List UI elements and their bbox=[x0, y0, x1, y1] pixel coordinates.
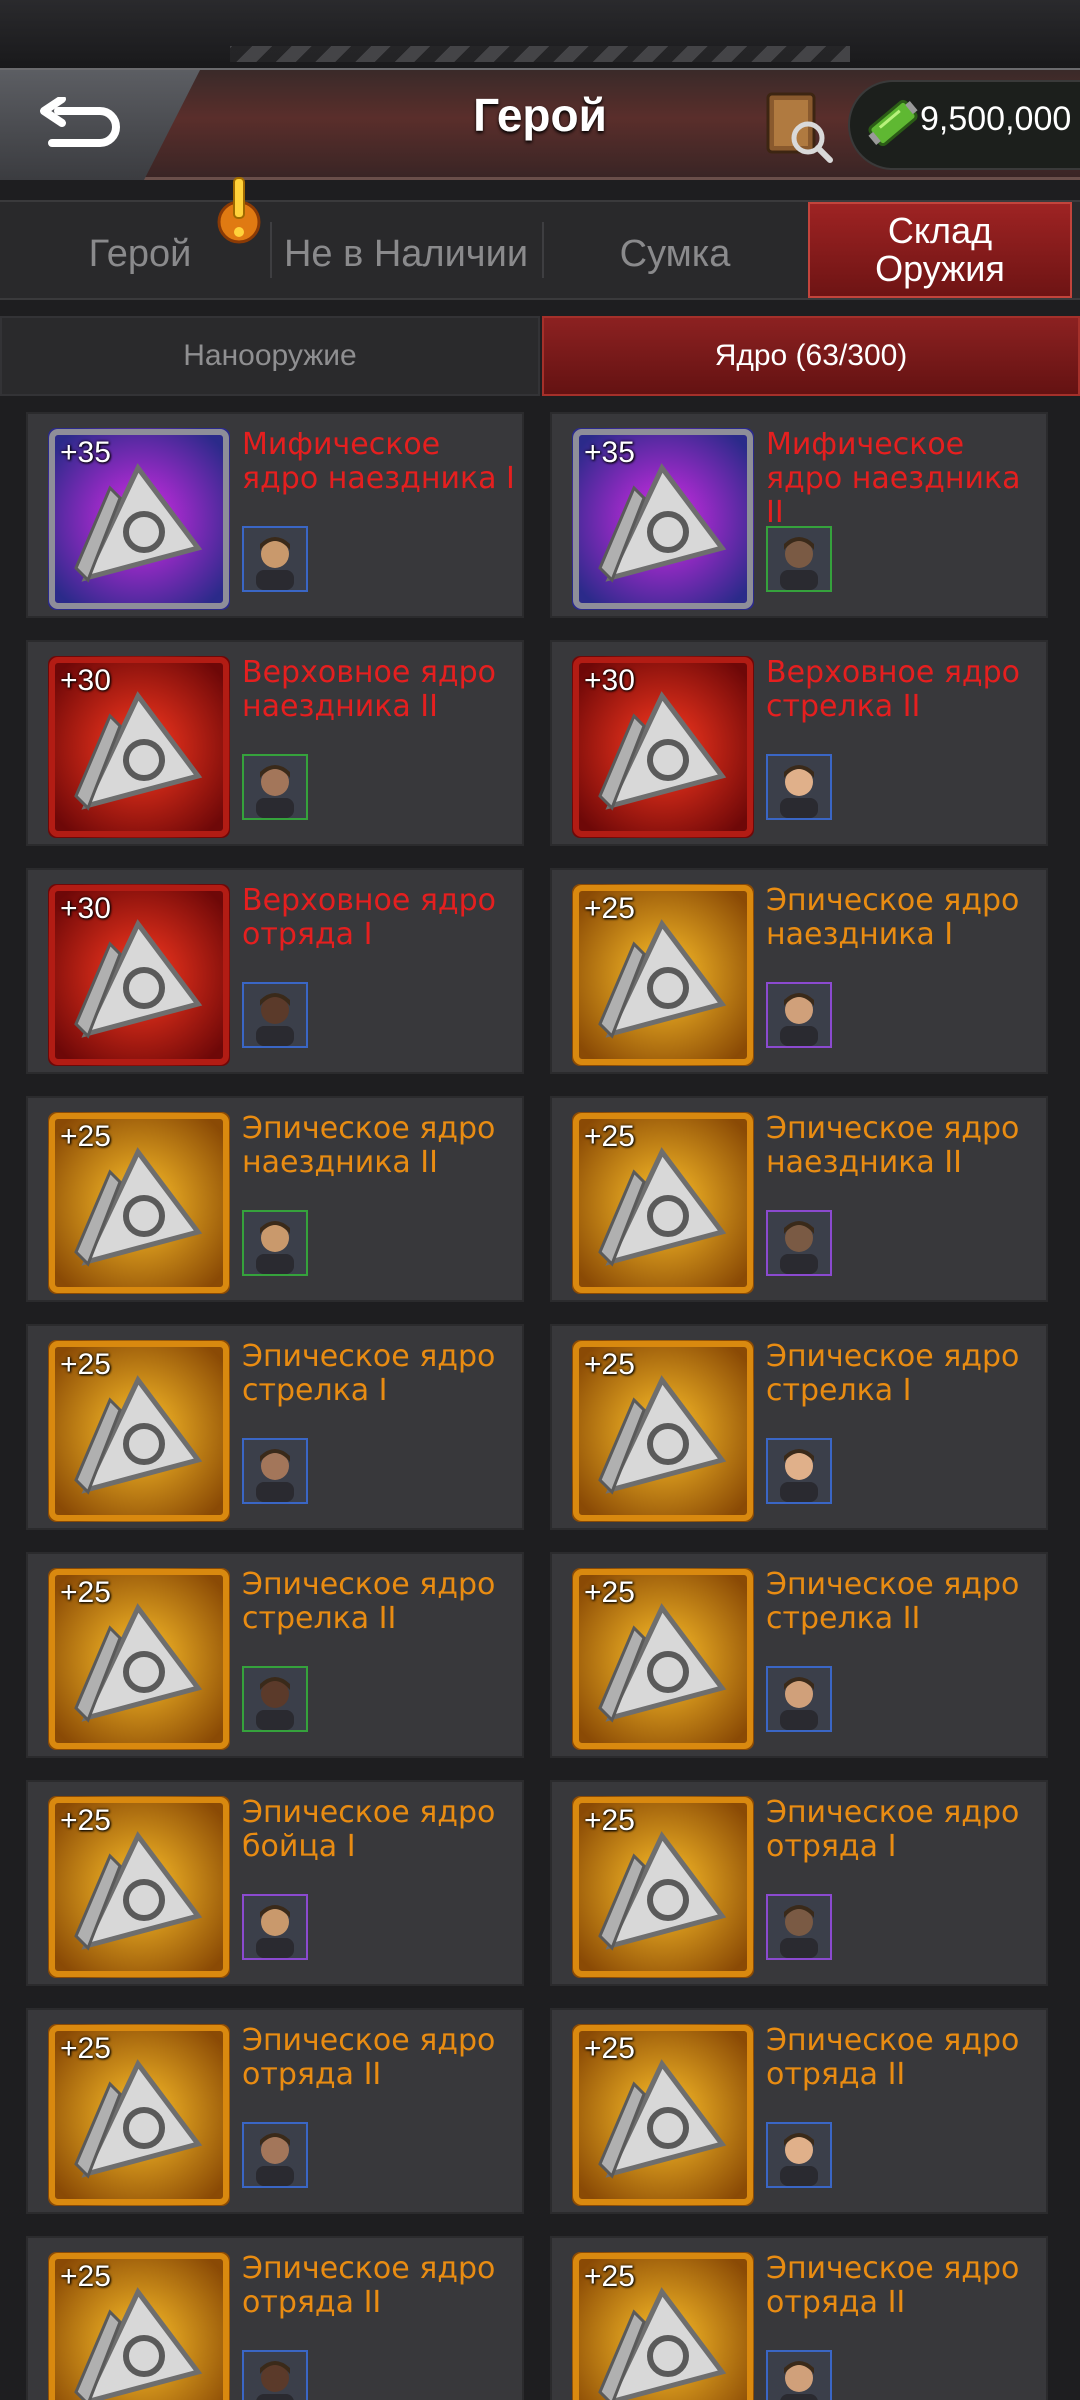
item-name: Эпическое ядро наездника I bbox=[766, 883, 1020, 952]
item-card[interactable]: +25 Эпическое ядро стрелка II bbox=[26, 1552, 524, 1758]
ninja-avatar bbox=[242, 1894, 308, 1960]
level-badge: +35 bbox=[60, 436, 111, 469]
masked-avatar bbox=[242, 1210, 308, 1276]
energy-battery-icon bbox=[868, 99, 918, 147]
subtab-core[interactable]: Ядро (63/300) bbox=[542, 316, 1080, 396]
tab-not-available[interactable]: Не в Наличии bbox=[272, 208, 540, 300]
level-badge: +30 bbox=[60, 892, 111, 925]
item-name: Эпическое ядро отряда II bbox=[766, 2023, 1020, 2092]
level-badge: +25 bbox=[584, 892, 635, 925]
tab-bag[interactable]: Сумка bbox=[560, 208, 790, 300]
item-name: Эпическое ядро стрелка I bbox=[242, 1339, 496, 1408]
item-name: Эпическое ядро отряда II bbox=[242, 2023, 496, 2092]
item-name: Эпическое ядро стрелка II bbox=[766, 1567, 1020, 1636]
item-name: Эпическое ядро отряда I bbox=[766, 1795, 1020, 1864]
tab-label-line1: Склад bbox=[887, 210, 993, 251]
tab-hero[interactable]: Герой bbox=[40, 208, 240, 300]
guide-book-icon[interactable] bbox=[758, 86, 838, 166]
level-badge: +30 bbox=[584, 664, 635, 697]
level-badge: +25 bbox=[584, 1576, 635, 1609]
man-avatar bbox=[766, 1666, 832, 1732]
level-badge: +25 bbox=[60, 1348, 111, 1381]
level-badge: +25 bbox=[584, 2032, 635, 2065]
page-title: Герой bbox=[473, 89, 607, 141]
nurse-avatar bbox=[242, 526, 308, 592]
tab-label: Герой bbox=[88, 232, 192, 275]
item-card[interactable]: +25 Эпическое ядро отряда I bbox=[550, 1780, 1048, 1986]
subtab-nanoweapon[interactable]: Нанооружие bbox=[0, 316, 540, 396]
item-name: Эпическое ядро бойца I bbox=[242, 1795, 496, 1864]
item-card[interactable]: +25 Эпическое ядро наездника I bbox=[550, 868, 1048, 1074]
gasmask-avatar bbox=[766, 1210, 832, 1276]
level-badge: +25 bbox=[60, 2032, 111, 2065]
level-badge: +25 bbox=[584, 1348, 635, 1381]
woman-avatar bbox=[766, 1438, 832, 1504]
item-card[interactable]: +25 Эпическое ядро стрелка I bbox=[550, 1324, 1048, 1530]
level-badge: +35 bbox=[584, 436, 635, 469]
tab-label: Не в Наличии bbox=[283, 232, 529, 275]
twins-avatar bbox=[766, 754, 832, 820]
item-card[interactable]: +30 Верховное ядро стрелка II bbox=[550, 640, 1048, 846]
level-badge: +25 bbox=[584, 1804, 635, 1837]
app-root: Герой 9,500,000 Герой Не в Наличии Сумка… bbox=[0, 0, 1080, 2400]
cowboy-avatar bbox=[242, 982, 308, 1048]
item-name: Эпическое ядро отряда II bbox=[242, 2251, 496, 2320]
item-name: Мифическое ядро наездника II bbox=[766, 427, 1021, 530]
item-card[interactable]: +25 Эпическое ядро наездника II bbox=[550, 1096, 1048, 1302]
item-card[interactable]: +25 Эпическое ядро отряда II bbox=[550, 2236, 1048, 2400]
level-badge: +25 bbox=[60, 1576, 111, 1609]
back-arrow-icon bbox=[40, 97, 120, 147]
level-badge: +25 bbox=[60, 2260, 111, 2293]
item-card[interactable]: +35 Мифическое ядро наездника II bbox=[550, 412, 1048, 618]
item-name: Верховное ядро стрелка II bbox=[766, 655, 1021, 724]
tab-label-line2: Оружия bbox=[875, 248, 1005, 289]
item-name: Эпическое ядро стрелка I bbox=[766, 1339, 1020, 1408]
item-card[interactable]: +25 Эпическое ядро отряда II bbox=[550, 2008, 1048, 2214]
item-card[interactable]: +25 Эпическое ядро отряда II bbox=[26, 2236, 524, 2400]
soldier-avatar bbox=[766, 526, 832, 592]
level-badge: +25 bbox=[584, 2260, 635, 2293]
currency-value: 9,500,000 bbox=[920, 100, 1072, 138]
item-card[interactable]: +30 Верховное ядро наездника II bbox=[26, 640, 524, 846]
agent-avatar bbox=[242, 2350, 308, 2400]
level-badge: +25 bbox=[60, 1120, 111, 1153]
item-name: Эпическое ядро наездника II bbox=[242, 1111, 496, 1180]
hat-avatar bbox=[242, 2122, 308, 2188]
blonde-avatar bbox=[766, 1894, 832, 1960]
level-badge: +25 bbox=[60, 1804, 111, 1837]
alert-icon bbox=[217, 177, 261, 244]
item-name: Верховное ядро наездника II bbox=[242, 655, 497, 724]
blonde2-avatar bbox=[766, 2122, 832, 2188]
fighter-avatar bbox=[766, 982, 832, 1048]
item-card[interactable]: +25 Эпическое ядро наездника II bbox=[26, 1096, 524, 1302]
item-card[interactable]: +35 Мифическое ядро наездника I bbox=[26, 412, 524, 618]
tab-divider bbox=[542, 222, 544, 278]
tab-label: Сумка bbox=[619, 232, 731, 275]
item-name: Эпическое ядро стрелка II bbox=[242, 1567, 496, 1636]
item-name: Мифическое ядро наездника I bbox=[242, 427, 515, 496]
item-name: Эпическое ядро наездника II bbox=[766, 1111, 1020, 1180]
bald-avatar bbox=[766, 2350, 832, 2400]
subtab-label: Ядро (63/300) bbox=[714, 339, 908, 372]
hazard-stripe bbox=[230, 46, 850, 62]
redhead-avatar bbox=[242, 1438, 308, 1504]
item-name: Эпическое ядро отряда II bbox=[766, 2251, 1020, 2320]
item-card[interactable]: +25 Эпическое ядро стрелка I bbox=[26, 1324, 524, 1530]
level-badge: +30 bbox=[60, 664, 111, 697]
item-card[interactable]: +25 Эпическое ядро стрелка II bbox=[550, 1552, 1048, 1758]
subtab-label: Нанооружие bbox=[183, 339, 357, 372]
item-card[interactable]: +25 Эпическое ядро бойца I bbox=[26, 1780, 524, 1986]
level-badge: +25 bbox=[584, 1120, 635, 1153]
sunglasses-avatar bbox=[242, 754, 308, 820]
item-card[interactable]: +25 Эпическое ядро отряда II bbox=[26, 2008, 524, 2214]
tab-weapon-storage[interactable]: Склад Оружия bbox=[808, 202, 1072, 298]
top-bar bbox=[0, 0, 1080, 68]
brunette-avatar bbox=[242, 1666, 308, 1732]
item-card[interactable]: +30 Верховное ядро отряда I bbox=[26, 868, 524, 1074]
item-name: Верховное ядро отряда I bbox=[242, 883, 497, 952]
